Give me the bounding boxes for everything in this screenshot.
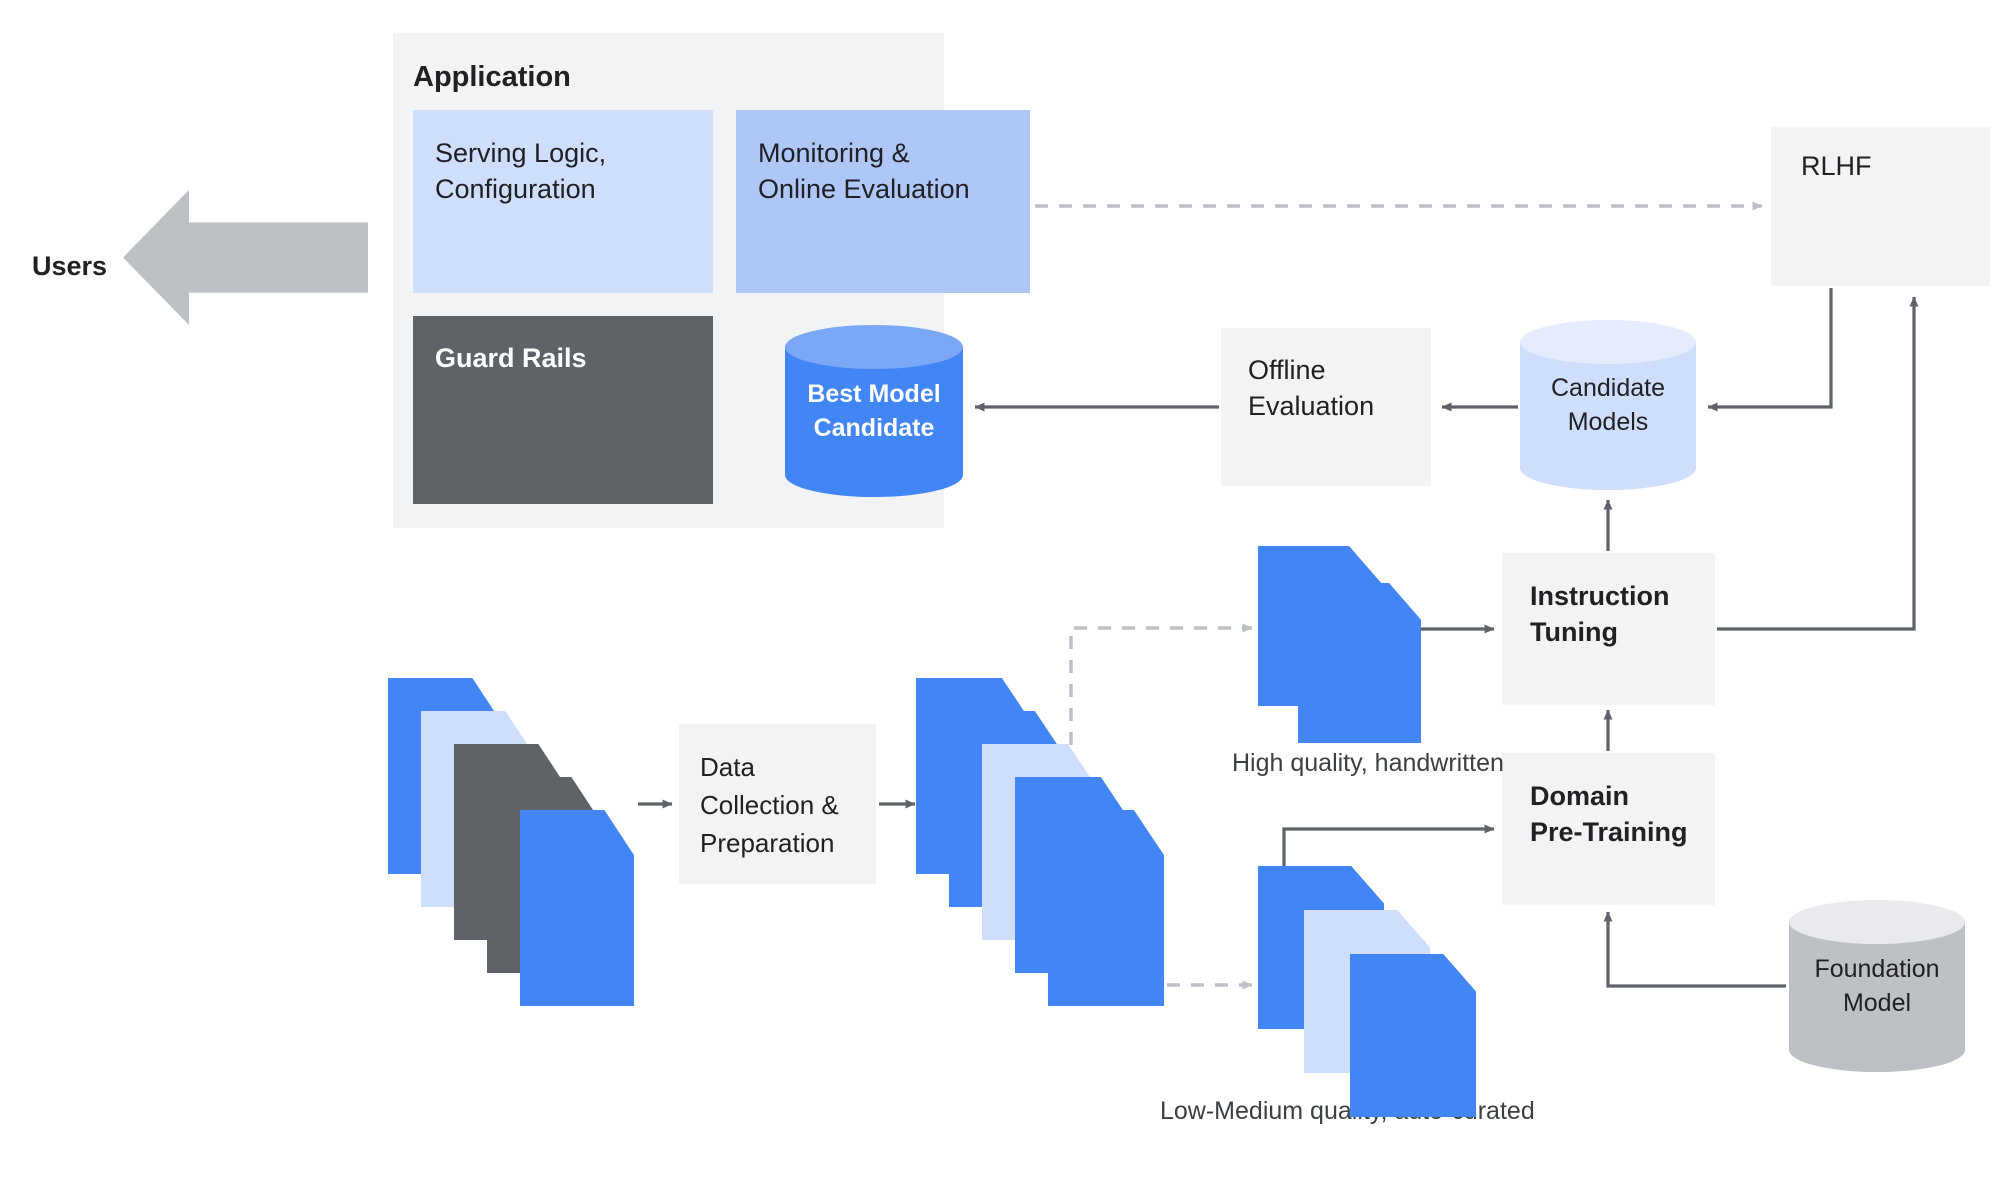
offline-evaluation-label: Offline Evaluation [1248,355,1375,421]
best-model-candidate-cylinder[interactable]: Best Model Candidate [785,325,963,497]
document-sheet [1048,810,1164,1006]
caption-high-quality: High quality, handwritten [1232,749,1504,777]
users-label: Users [32,251,108,281]
document-sheet [1350,954,1476,1117]
instruction-tuning-label: Instruction Tuning [1530,581,1670,647]
serving-logic-label: Serving Logic, Configuration [435,138,607,204]
high-quality-document-stack[interactable] [1258,546,1428,746]
connector-instruction-tuning-to-rlhf [1717,296,1919,631]
document-sheet [520,810,634,1006]
cylinder-top [1520,320,1696,364]
connector-foundation-model-to-domain-pretraining [1603,911,1786,988]
best-model-candidate-label: Best Model Candidate [807,380,941,442]
cylinder-top [1789,900,1965,944]
prepared-data-document-stack[interactable] [916,678,1176,1006]
raw-data-document-stack[interactable] [388,678,638,1006]
connector-rlhf-to-candidate-models [1707,288,1833,412]
low-medium-quality-document-stack[interactable] [1258,866,1476,1117]
data-collection-preparation-label: Data Collection & Preparation [700,752,839,858]
cylinder-top [785,325,963,369]
document-sheet [1298,583,1421,743]
guard-rails-label: Guard Rails [435,343,587,373]
foundation-model-label: Foundation Model [1814,955,1940,1017]
candidate-models-label: Candidate Models [1551,374,1665,436]
application-title: Application [413,61,571,93]
diagram-canvas: Users Application Serving Logic, Configu… [0,0,2006,1192]
caption-low-medium-quality: Low-Medium quality, auto-curated [1160,1097,1535,1125]
foundation-model-cylinder[interactable]: Foundation Model [1789,900,1965,1072]
rlhf-label: RLHF [1801,151,1872,181]
users-block-arrow [123,190,368,325]
domain-pre-training-label: Domain Pre-Training [1530,781,1688,847]
candidate-models-cylinder[interactable]: Candidate Models [1520,320,1696,490]
monitoring-online-evaluation-label: Monitoring & Online Evaluation [758,138,970,204]
